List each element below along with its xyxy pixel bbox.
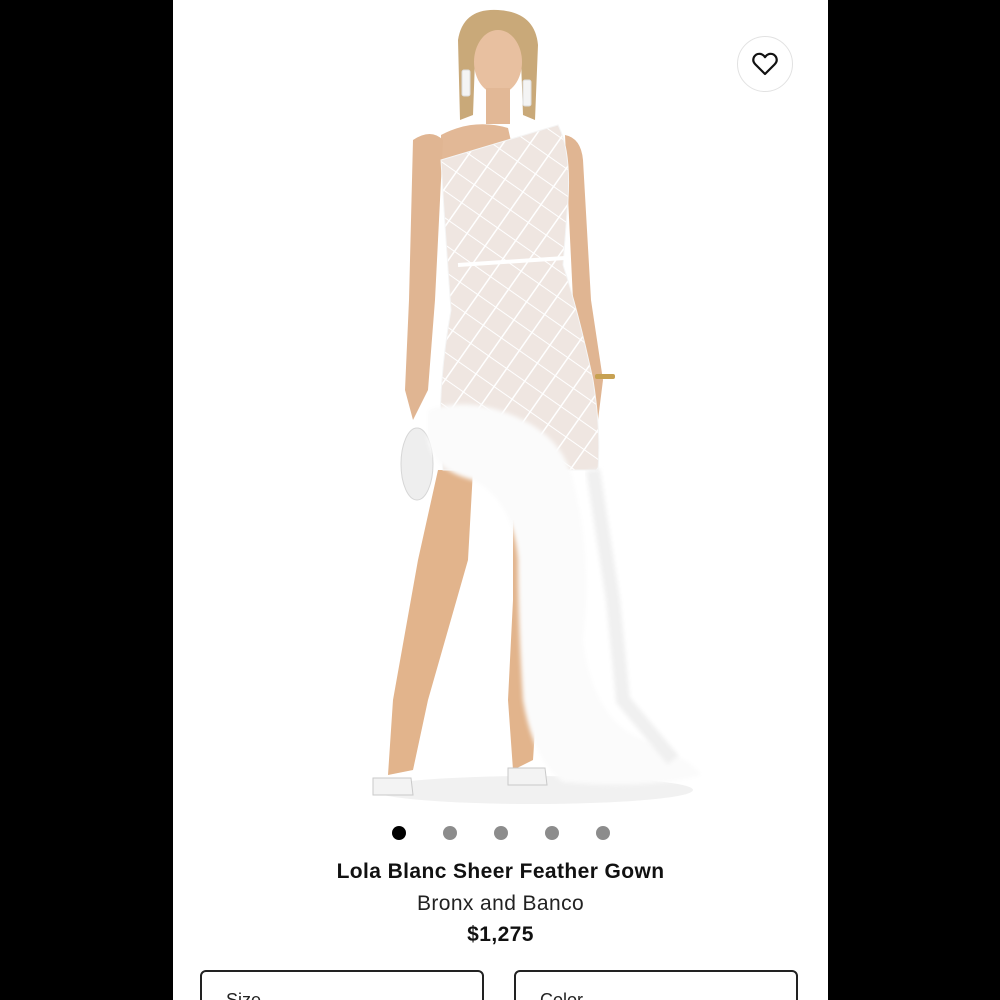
favorite-button[interactable] xyxy=(737,36,793,92)
heart-icon xyxy=(752,52,778,76)
gallery-dot[interactable] xyxy=(544,826,559,840)
size-selector[interactable]: Size xyxy=(200,970,484,1000)
gallery-pagination xyxy=(173,826,828,840)
size-selector-label: Size xyxy=(226,990,262,1000)
product-photo[interactable] xyxy=(173,0,828,810)
product-panel: Lola Blanc Sheer Feather Gown Bronx and … xyxy=(173,0,828,1000)
color-selector-label: Color xyxy=(540,990,584,1000)
product-title: Lola Blanc Sheer Feather Gown xyxy=(336,860,665,883)
product-brand[interactable]: Bronx and Banco xyxy=(173,892,828,916)
gallery-dot[interactable] xyxy=(595,826,610,840)
product-price: $1,275 xyxy=(467,923,534,946)
gallery-dot[interactable] xyxy=(493,826,508,840)
gallery-dot[interactable] xyxy=(391,826,406,840)
color-selector[interactable]: Color xyxy=(514,970,798,1000)
gallery-dot[interactable] xyxy=(442,826,457,840)
